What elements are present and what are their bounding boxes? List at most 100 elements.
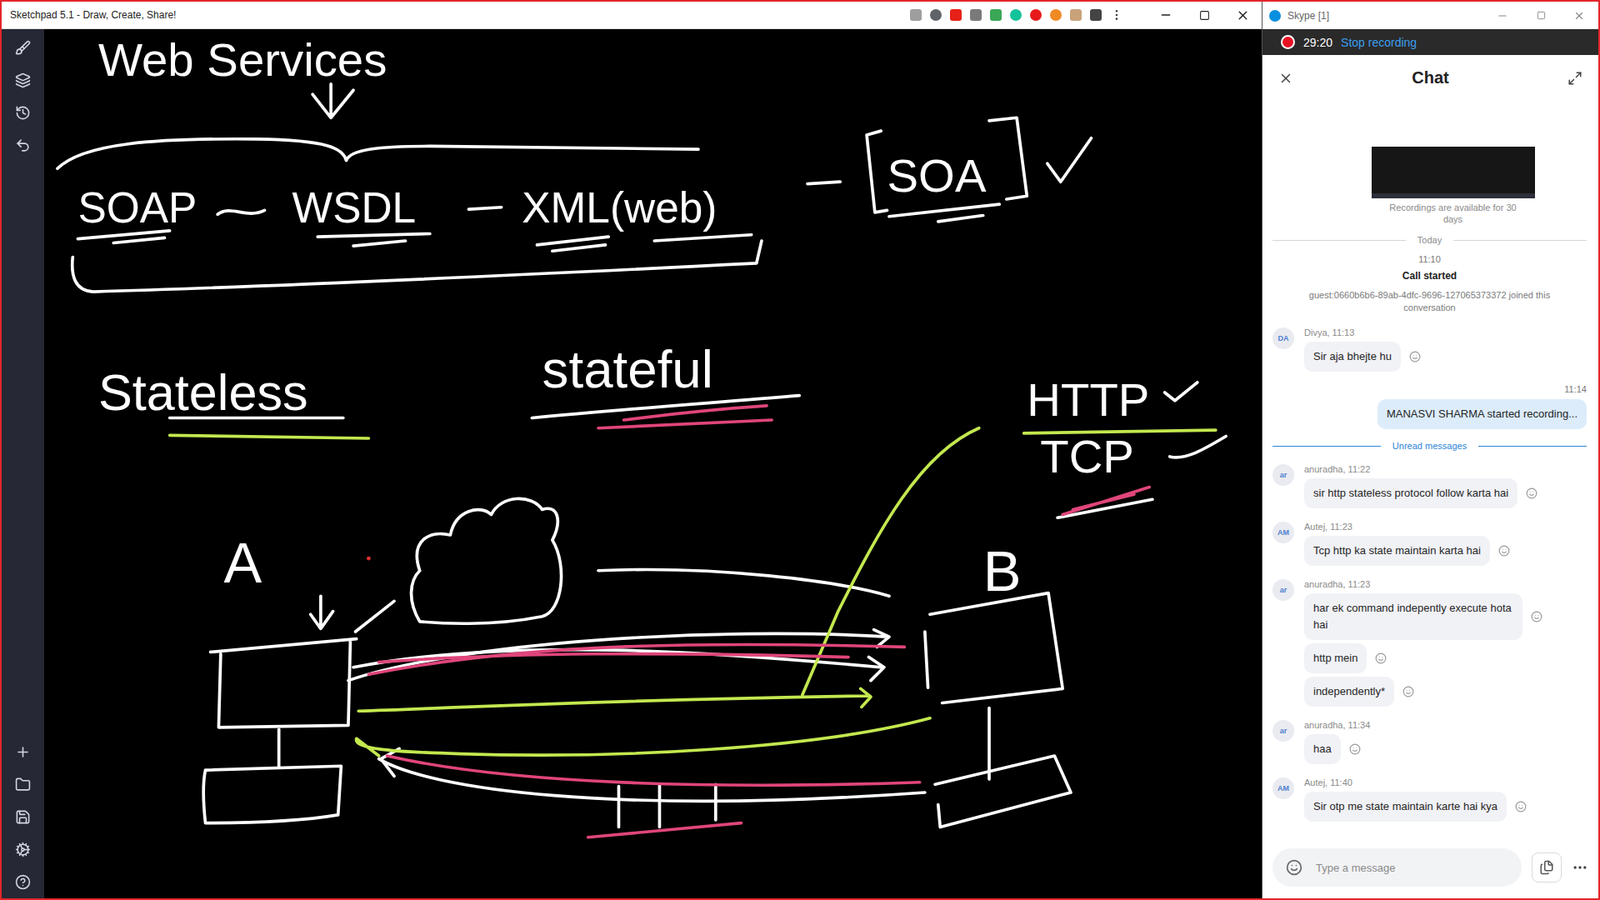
browser-menu-icon[interactable] bbox=[1110, 8, 1124, 22]
tool-button[interactable] bbox=[10, 840, 37, 858]
extension-icon[interactable] bbox=[990, 9, 1002, 21]
react-button[interactable] bbox=[1525, 487, 1538, 500]
smiley-icon[interactable] bbox=[1525, 487, 1538, 500]
extension-icon[interactable] bbox=[1010, 9, 1022, 21]
save-icon[interactable] bbox=[15, 809, 31, 825]
minimize-button[interactable] bbox=[1146, 1, 1185, 29]
drawing-canvas[interactable]: Web ServicesSOAPWSDLXML(web)SOAStateless… bbox=[44, 29, 1262, 899]
tool-button[interactable] bbox=[10, 104, 37, 121]
message-bubble[interactable]: sir http stateless protocol follow karta… bbox=[1304, 478, 1518, 509]
extension-icon[interactable] bbox=[1030, 9, 1042, 21]
smiley-icon[interactable] bbox=[1515, 800, 1527, 813]
tool-group bbox=[1, 39, 45, 154]
message-bubble[interactable]: Sir aja bhejte hu bbox=[1304, 341, 1401, 372]
avatar[interactable]: DA bbox=[1272, 327, 1295, 350]
minimize-icon[interactable] bbox=[1159, 8, 1173, 22]
expand-icon[interactable] bbox=[1567, 70, 1583, 86]
react-button[interactable] bbox=[1498, 545, 1510, 557]
maximize-button[interactable] bbox=[1521, 1, 1560, 30]
tool-button[interactable] bbox=[10, 136, 37, 154]
close-button[interactable] bbox=[1223, 1, 1262, 29]
pen-stroke bbox=[356, 718, 930, 756]
avatar[interactable]: ar bbox=[1272, 464, 1295, 486]
react-button[interactable] bbox=[1402, 685, 1415, 698]
tool-button[interactable] bbox=[10, 808, 37, 825]
settings-icon[interactable] bbox=[15, 841, 31, 858]
pen-stroke bbox=[987, 708, 991, 780]
avatar[interactable]: AM bbox=[1272, 777, 1295, 800]
pen-stroke bbox=[277, 729, 281, 766]
message-bubble[interactable]: haa bbox=[1304, 734, 1341, 765]
undo-icon[interactable] bbox=[15, 137, 31, 154]
close-icon[interactable] bbox=[1235, 8, 1250, 23]
close-icon[interactable] bbox=[1278, 70, 1294, 86]
extension-icon[interactable] bbox=[1090, 9, 1102, 21]
attach-button[interactable] bbox=[1531, 852, 1562, 883]
recording-preview[interactable]: Recordings are available for 30 days bbox=[1272, 146, 1587, 225]
smiley-icon[interactable] bbox=[1349, 743, 1361, 755]
emoji-icon[interactable] bbox=[1285, 859, 1303, 876]
bubble-row: haa bbox=[1304, 734, 1587, 765]
tool-button[interactable] bbox=[10, 71, 37, 89]
extension-icon[interactable] bbox=[1070, 9, 1082, 21]
more-button[interactable] bbox=[1571, 859, 1589, 876]
close-button[interactable] bbox=[1560, 1, 1599, 30]
close-chat-button[interactable] bbox=[1274, 70, 1298, 86]
maximize-button[interactable] bbox=[1185, 1, 1224, 29]
more-icon[interactable] bbox=[1571, 859, 1589, 876]
tool-button[interactable] bbox=[10, 743, 37, 760]
message-feed[interactable]: Recordings are available for 30 daysToda… bbox=[1262, 99, 1599, 840]
smiley-icon[interactable] bbox=[1402, 685, 1415, 698]
incoming-message: aranuradha, 11:22sir http stateless prot… bbox=[1272, 464, 1587, 509]
history-icon[interactable] bbox=[15, 105, 31, 121]
message-bubble[interactable]: Tcp http ka state maintain karta hai bbox=[1304, 535, 1490, 566]
layers-icon[interactable] bbox=[15, 72, 31, 89]
extension-icon[interactable] bbox=[910, 9, 922, 21]
smiley-icon[interactable] bbox=[1498, 545, 1510, 557]
smiley-icon[interactable] bbox=[1409, 350, 1421, 363]
composer bbox=[1262, 840, 1599, 899]
pen-stroke bbox=[468, 207, 501, 210]
bubble-row: Sir aja bhejte hu bbox=[1304, 341, 1587, 372]
plus-icon[interactable] bbox=[15, 744, 31, 760]
extension-icon[interactable] bbox=[970, 9, 982, 21]
tool-button[interactable] bbox=[10, 775, 37, 793]
react-button[interactable] bbox=[1349, 743, 1361, 755]
stop-recording-button[interactable]: Stop recording bbox=[1340, 35, 1417, 50]
minimize-icon[interactable] bbox=[1496, 10, 1509, 22]
tool-button[interactable] bbox=[10, 39, 37, 56]
react-button[interactable] bbox=[1409, 350, 1421, 363]
brush-tool-icon[interactable] bbox=[15, 40, 31, 56]
folder-icon[interactable] bbox=[15, 776, 31, 793]
message-input[interactable] bbox=[1314, 860, 1509, 875]
extension-icon[interactable] bbox=[1050, 9, 1062, 21]
extension-icon[interactable] bbox=[950, 9, 962, 21]
canvas-area[interactable]: Web ServicesSOAPWSDLXML(web)SOAStateless… bbox=[44, 29, 1262, 899]
avatar[interactable]: AM bbox=[1272, 521, 1295, 544]
message-bubble[interactable]: har ek command indepently execute hota h… bbox=[1304, 593, 1523, 640]
react-button[interactable] bbox=[1530, 610, 1543, 623]
expand-button[interactable] bbox=[1563, 70, 1587, 86]
maximize-icon[interactable] bbox=[1199, 10, 1210, 21]
avatar[interactable]: ar bbox=[1272, 720, 1295, 742]
react-button[interactable] bbox=[1375, 652, 1387, 665]
message-field[interactable] bbox=[1272, 848, 1522, 887]
help-icon[interactable] bbox=[15, 874, 31, 890]
message-bubble[interactable]: http mein bbox=[1304, 643, 1367, 674]
attach-file-icon[interactable] bbox=[1539, 860, 1555, 875]
event-text: guest:0660b6b6-89ab-4dfc-9696-1270653733… bbox=[1292, 289, 1567, 315]
message-bubble[interactable]: MANASVI SHARMA started recording... bbox=[1377, 399, 1587, 430]
extension-icon[interactable] bbox=[930, 9, 942, 21]
react-button[interactable] bbox=[1515, 800, 1527, 813]
recording-thumbnail[interactable] bbox=[1371, 146, 1535, 199]
minimize-button[interactable] bbox=[1483, 1, 1522, 30]
avatar[interactable]: ar bbox=[1272, 579, 1295, 601]
tool-button[interactable] bbox=[10, 873, 37, 890]
smiley-icon[interactable] bbox=[1375, 652, 1387, 665]
term-label: WSDL bbox=[292, 184, 417, 232]
close-icon[interactable] bbox=[1573, 10, 1585, 22]
message-bubble[interactable]: independently* bbox=[1304, 676, 1395, 707]
maximize-icon[interactable] bbox=[1536, 10, 1546, 20]
smiley-icon[interactable] bbox=[1530, 610, 1543, 623]
message-bubble[interactable]: Sir otp me state maintain karte hai kya bbox=[1304, 791, 1507, 822]
